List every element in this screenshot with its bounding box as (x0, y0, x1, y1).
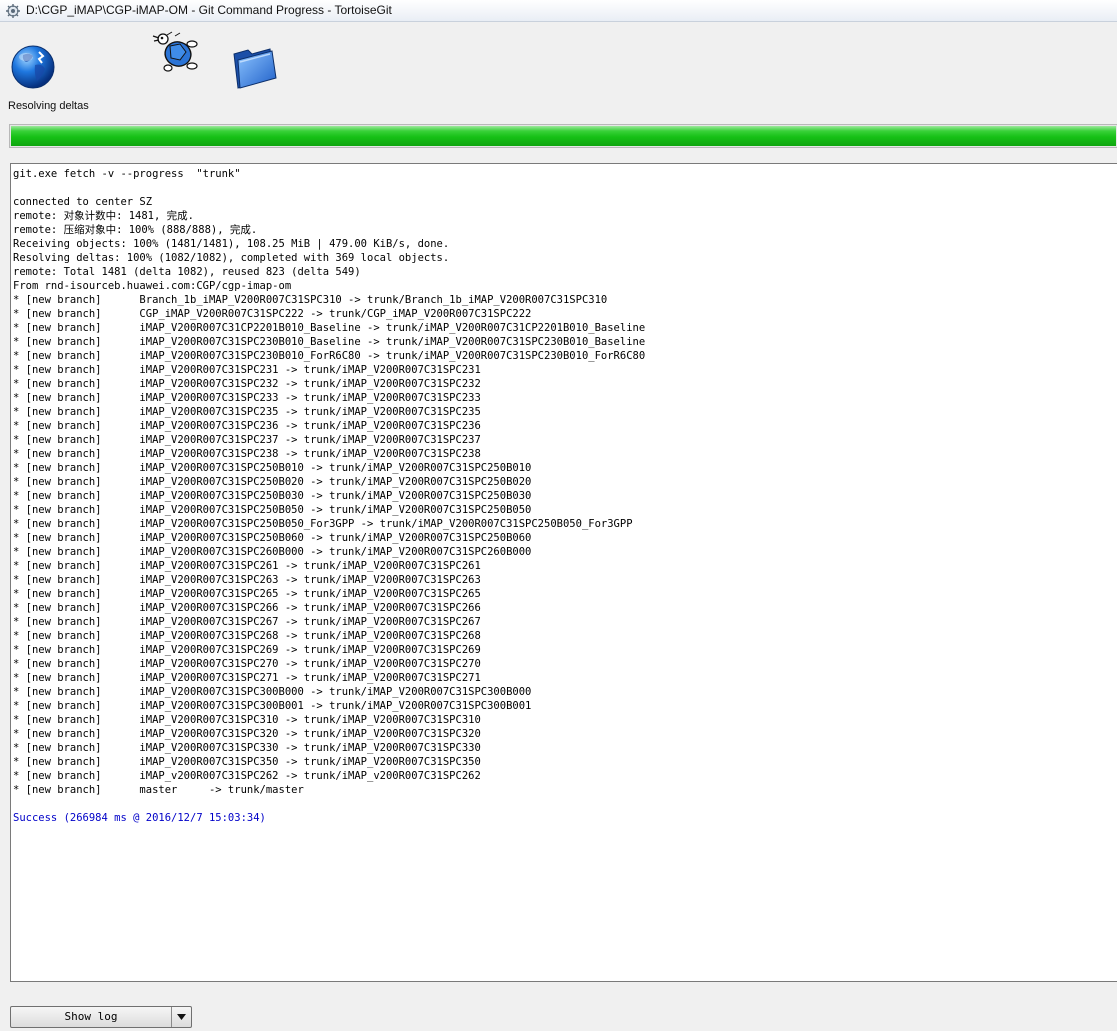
log-line: * [new branch] iMAP_V200R007C31SPC267 ->… (13, 616, 481, 628)
log-line: connected to center SZ (13, 196, 153, 208)
log-line: * [new branch] iMAP_V200R007C31CP2201B01… (13, 322, 646, 334)
log-line: * [new branch] iMAP_V200R007C31SPC233 ->… (13, 392, 481, 404)
log-line: * [new branch] iMAP_V200R007C31SPC250B03… (13, 490, 532, 502)
log-line: From rnd-isourceb.huawei.com:CGP/cgp-ima… (13, 280, 292, 292)
log-line: * [new branch] iMAP_V200R007C31SPC232 ->… (13, 378, 481, 390)
log-line: remote: 对象计数中: 1481, 完成. (13, 210, 194, 222)
tortoisegit-icon (6, 4, 20, 18)
show-log-button[interactable]: Show log (10, 1006, 192, 1028)
log-line: * [new branch] CGP_iMAP_V200R007C31SPC22… (13, 308, 532, 320)
log-line: * [new branch] iMAP_V200R007C31SPC310 ->… (13, 714, 481, 726)
command-output-log[interactable]: git.exe fetch -v --progress "trunk" conne… (10, 163, 1117, 982)
log-line: Resolving deltas: 100% (1082/1082), comp… (13, 252, 450, 264)
log-line: git.exe fetch -v --progress "trunk" (13, 168, 241, 180)
log-line: * [new branch] iMAP_V200R007C31SPC230B01… (13, 350, 646, 362)
folder-icon (233, 48, 277, 89)
progress-bar (9, 124, 1117, 148)
log-line: * [new branch] iMAP_V200R007C31SPC330 ->… (13, 742, 481, 754)
log-line: * [new branch] iMAP_V200R007C31SPC238 ->… (13, 448, 481, 460)
log-line: * [new branch] iMAP_V200R007C31SPC269 ->… (13, 644, 481, 656)
dropdown-arrow-icon (177, 1014, 186, 1020)
status-text: Resolving deltas (8, 100, 89, 112)
log-line: * [new branch] iMAP_V200R007C31SPC230B01… (13, 336, 646, 348)
turtle-icon (152, 31, 198, 72)
log-line: * [new branch] iMAP_V200R007C31SPC260B00… (13, 546, 532, 558)
log-line: * [new branch] iMAP_V200R007C31SPC271 ->… (13, 672, 481, 684)
log-line: * [new branch] iMAP_V200R007C31SPC250B06… (13, 532, 532, 544)
log-line: * [new branch] iMAP_V200R007C31SPC263 ->… (13, 574, 481, 586)
log-line: * [new branch] iMAP_V200R007C31SPC237 ->… (13, 434, 481, 446)
log-line: * [new branch] iMAP_V200R007C31SPC250B01… (13, 462, 532, 474)
log-line: * [new branch] iMAP_V200R007C31SPC265 ->… (13, 588, 481, 600)
show-log-dropdown[interactable] (171, 1007, 191, 1027)
log-line: * [new branch] iMAP_V200R007C31SPC300B00… (13, 700, 532, 712)
log-line: * [new branch] iMAP_V200R007C31SPC268 ->… (13, 630, 481, 642)
window-title: D:\CGP_iMAP\CGP-iMAP-OM - Git Command Pr… (26, 3, 392, 17)
log-success-line: Success (266984 ms @ 2016/12/7 15:03:34) (13, 812, 266, 824)
log-line: * [new branch] iMAP_v200R007C31SPC262 ->… (13, 770, 481, 782)
log-line: * [new branch] iMAP_V200R007C31SPC300B00… (13, 686, 532, 698)
log-line: Receiving objects: 100% (1481/1481), 108… (13, 238, 450, 250)
log-line: * [new branch] iMAP_V200R007C31SPC350 ->… (13, 756, 481, 768)
log-line: * [new branch] iMAP_V200R007C31SPC270 ->… (13, 658, 481, 670)
log-line: * [new branch] iMAP_V200R007C31SPC250B05… (13, 518, 633, 530)
globe-icon (11, 45, 55, 89)
log-line: * [new branch] iMAP_V200R007C31SPC250B02… (13, 476, 532, 488)
log-line: * [new branch] iMAP_V200R007C31SPC250B05… (13, 504, 532, 516)
log-line: * [new branch] iMAP_V200R007C31SPC231 ->… (13, 364, 481, 376)
log-line: * [new branch] iMAP_V200R007C31SPC320 ->… (13, 728, 481, 740)
log-line: remote: Total 1481 (delta 1082), reused … (13, 266, 361, 278)
log-line: * [new branch] iMAP_V200R007C31SPC235 ->… (13, 406, 481, 418)
progress-bar-fill (11, 126, 1116, 146)
title-bar[interactable]: D:\CGP_iMAP\CGP-iMAP-OM - Git Command Pr… (0, 0, 1117, 22)
log-line: * [new branch] master -> trunk/master (13, 784, 304, 796)
log-line: * [new branch] iMAP_V200R007C31SPC236 ->… (13, 420, 481, 432)
log-line: * [new branch] Branch_1b_iMAP_V200R007C3… (13, 294, 608, 306)
log-line: * [new branch] iMAP_V200R007C31SPC261 ->… (13, 560, 481, 572)
log-line: * [new branch] iMAP_V200R007C31SPC266 ->… (13, 602, 481, 614)
log-line: remote: 压缩对象中: 100% (888/888), 完成. (13, 224, 258, 236)
show-log-button-label[interactable]: Show log (11, 1007, 171, 1027)
